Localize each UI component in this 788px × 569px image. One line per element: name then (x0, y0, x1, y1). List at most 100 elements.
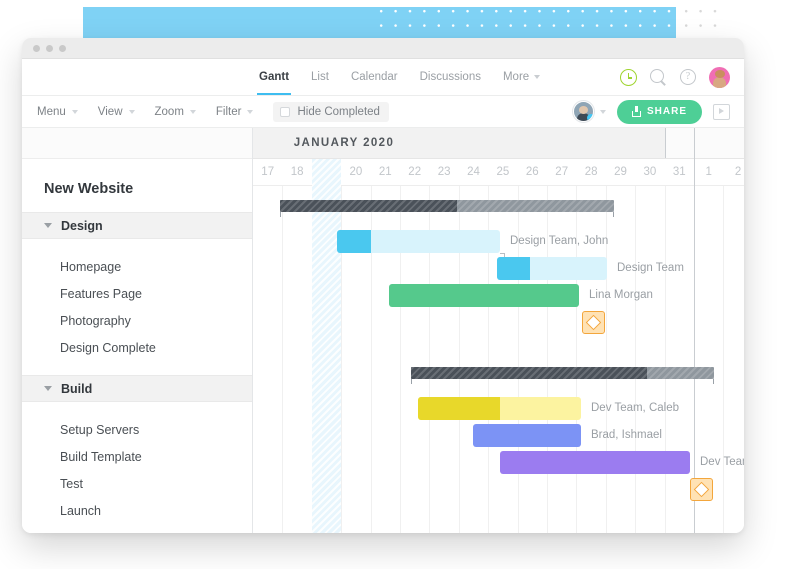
task-label: Homepage (60, 259, 122, 274)
main-navbar: Gantt List Calendar Discussions More ? (22, 59, 744, 96)
tab-gantt[interactable]: Gantt (248, 59, 300, 95)
window-titlebar (22, 38, 744, 59)
view-dropdown[interactable]: View (98, 106, 135, 118)
toolbar-actions: SHARE (572, 99, 744, 124)
sidebar-item-design-complete[interactable]: Design Complete (22, 334, 252, 361)
bar-assignee-label: Brad, Ishmael (591, 429, 662, 441)
sidebar-item-homepage[interactable]: Homepage (22, 253, 252, 280)
summary-cap-left (280, 212, 281, 217)
sidebar-item-photography[interactable]: Photography (22, 307, 252, 334)
day-tick-17: 17 (261, 166, 275, 178)
video-icon[interactable] (713, 103, 730, 120)
gantt-chart[interactable]: JANUARY 2020 171819202122232425262728293… (253, 128, 744, 533)
zoom-dropdown[interactable]: Zoom (155, 106, 196, 118)
summary-bar[interactable] (411, 367, 714, 384)
hide-completed-label: Hide Completed (297, 105, 380, 118)
clock-icon[interactable] (620, 68, 637, 86)
month-label: JANUARY 2020 (293, 137, 395, 149)
chevron-down-icon (71, 109, 78, 114)
nav-tabs: Gantt List Calendar Discussions More (248, 59, 551, 95)
task-bar[interactable] (337, 230, 500, 253)
bar-assignee-label: Design Team, John (510, 235, 609, 247)
day-tick-21: 21 (378, 166, 392, 178)
assignee-filter[interactable] (572, 101, 606, 122)
maximize-icon[interactable] (59, 44, 66, 52)
hide-completed-checkbox[interactable]: Hide Completed (273, 101, 389, 122)
menu-dropdown[interactable]: Menu (37, 106, 78, 118)
bar-assignee-label: Design Team (617, 262, 684, 274)
chevron-down-icon (247, 109, 254, 114)
task-label: Build Template (60, 449, 142, 464)
user-avatar[interactable] (709, 66, 730, 88)
summary-cap-left (411, 379, 412, 384)
sidebar-item-setup-servers[interactable]: Setup Servers (22, 416, 252, 443)
milestone-marker[interactable] (582, 311, 605, 334)
day-tick-28: 28 (584, 166, 598, 178)
task-bar[interactable] (500, 451, 690, 474)
share-label: SHARE (646, 106, 687, 117)
nav-actions: ? (620, 59, 744, 95)
summary-cap-right (713, 379, 714, 384)
tab-list[interactable]: List (300, 59, 340, 95)
task-bar[interactable] (418, 397, 581, 420)
task-bar[interactable] (473, 424, 581, 447)
summary-bar-hatch (411, 367, 714, 379)
summary-bar[interactable] (280, 200, 614, 217)
avatar (572, 101, 594, 122)
tab-more[interactable]: More (492, 59, 551, 95)
help-icon[interactable]: ? (680, 69, 696, 85)
sidebar-item-features-page[interactable]: Features Page (22, 280, 252, 307)
diamond-icon (693, 481, 710, 498)
tab-calendar[interactable]: Calendar (340, 59, 409, 95)
chevron-down-icon (189, 109, 196, 114)
page-title: New Website (44, 181, 134, 197)
task-label: Features Page (60, 286, 142, 301)
milestone-marker[interactable] (690, 478, 713, 501)
group-label: Build (61, 381, 93, 396)
share-button[interactable]: SHARE (616, 99, 702, 124)
sidebar-group-build[interactable]: Build (22, 375, 252, 402)
minimize-icon[interactable] (46, 44, 53, 52)
gantt-body: New Website Design Homepage Features Pag… (22, 128, 744, 533)
view-label: View (97, 105, 123, 118)
day-tick-1: 1 (705, 166, 712, 178)
group-label: Design (61, 218, 103, 233)
sidebar-item-test[interactable]: Test (22, 470, 252, 497)
app-window: Gantt List Calendar Discussions More ? M… (22, 38, 744, 533)
summary-bar-hatch (280, 200, 614, 212)
bar-assignee-label: Dev Team, Caleb (591, 402, 679, 414)
filter-dropdown[interactable]: Filter (216, 106, 254, 118)
tab-discussions[interactable]: Discussions (409, 59, 492, 95)
sidebar-group-design[interactable]: Design (22, 212, 252, 239)
day-tick-31: 31 (672, 166, 686, 178)
tab-gantt-label: Gantt (259, 71, 290, 83)
checkbox-box (280, 106, 291, 117)
day-tick-23: 23 (437, 166, 451, 178)
bar-assignee-label: Dev Team (700, 456, 744, 468)
task-label: Photography (60, 313, 131, 328)
sidebar-item-build-template[interactable]: Build Template (22, 443, 252, 470)
day-tick-30: 30 (643, 166, 657, 178)
close-icon[interactable] (33, 44, 40, 52)
upload-icon (631, 106, 641, 117)
task-bar-progress (418, 397, 500, 420)
day-tick-27: 27 (555, 166, 569, 178)
task-bar[interactable] (389, 284, 579, 307)
menu-label: Menu (37, 105, 66, 118)
day-tick-29: 29 (614, 166, 627, 178)
month-header-next (665, 128, 744, 158)
day-tick-25: 25 (496, 166, 510, 178)
sidebar-item-launch[interactable]: Launch (22, 497, 252, 524)
chevron-down-icon (44, 386, 52, 391)
task-label: Design Complete (60, 340, 156, 355)
month-header: JANUARY 2020 (253, 128, 744, 159)
search-icon[interactable] (650, 68, 667, 86)
diamond-icon (585, 314, 602, 331)
filter-label: Filter (215, 105, 242, 118)
day-tick-26: 26 (525, 166, 539, 178)
tab-calendar-label: Calendar (350, 71, 398, 83)
task-bar[interactable] (497, 257, 607, 280)
chevron-down-icon (44, 223, 52, 228)
tab-list-label: List (311, 71, 329, 83)
day-tick-2: 2 (734, 166, 742, 178)
